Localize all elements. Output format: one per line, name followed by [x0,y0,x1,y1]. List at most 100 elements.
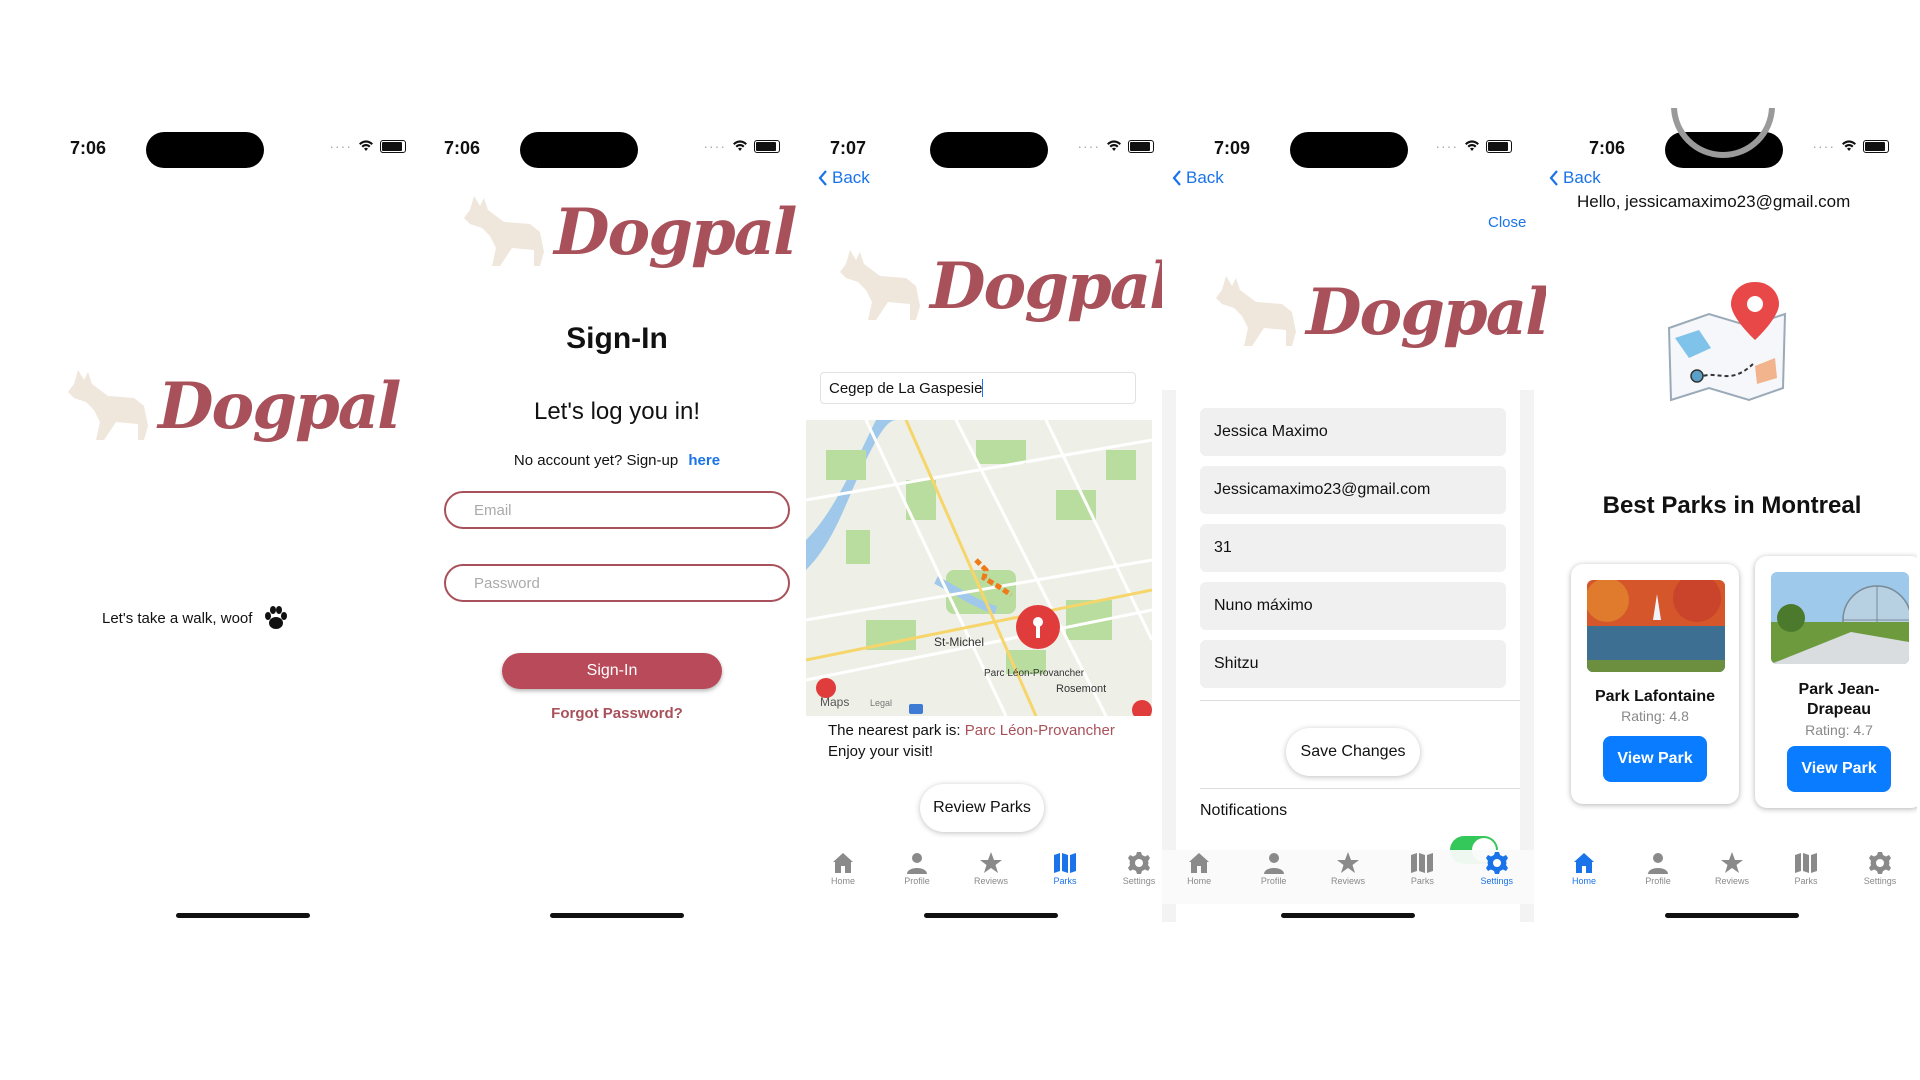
tab-profile[interactable]: Profile [1242,850,1306,904]
star-icon [1335,850,1361,876]
home-icon [1186,850,1212,876]
tab-home[interactable]: Home [1552,850,1616,904]
dog-name-field[interactable]: Nuno máximo [1200,582,1506,630]
tab-reviews[interactable]: Reviews [1316,850,1380,904]
tab-reviews[interactable]: Reviews [959,850,1023,904]
tab-profile[interactable]: Profile [885,850,949,904]
signin-button[interactable]: Sign-In [502,653,722,689]
tab-bar: Home Profile Reviews Parks Settings [1547,850,1917,904]
battery-icon [1486,139,1512,153]
close-button[interactable]: Close [1488,214,1526,231]
tab-home[interactable]: Home [811,850,875,904]
chevron-left-icon [818,170,827,186]
signin-screen: 7:06 ···· Dogpal Sign-In Let's log you i… [432,108,802,932]
forgot-password-link[interactable]: Forgot Password? [432,705,802,722]
gear-icon [1867,850,1893,876]
search-input[interactable]: Cegep de La Gaspesie [820,372,1136,404]
tab-bar: Home Profile Reviews Parks Settings [806,850,1176,904]
map-label-rosemont: Rosemont [1056,683,1106,695]
divider [1200,788,1520,789]
chevron-left-icon [1549,170,1558,186]
wifi-icon [359,140,373,151]
tab-profile[interactable]: Profile [1626,850,1690,904]
logo-text: Dogpal [930,248,1173,324]
back-button[interactable]: Back [1172,168,1224,188]
back-label: Back [1186,168,1224,187]
profile-icon [904,850,930,876]
section-heading: Best Parks in Montreal [1602,492,1862,519]
logo-text: Dogpal [554,194,797,270]
map-icon [1409,850,1435,876]
status-bar: 7:09 ···· [1162,126,1546,168]
dynamic-island [930,132,1048,168]
view-park-button[interactable]: View Park [1603,736,1707,782]
signal-icon: ···· [703,138,726,154]
tagline: Let's take a walk, woof [102,609,253,627]
enjoy-text: Enjoy your visit! [828,743,934,760]
signup-link[interactable]: here [688,452,720,469]
back-label: Back [832,168,870,187]
dogpal-logo: Dogpal [1212,272,1546,352]
back-button[interactable]: Back [818,168,870,188]
profile-icon [1261,850,1287,876]
tab-reviews[interactable]: Reviews [1700,850,1764,904]
status-time: 7:06 [1589,138,1626,158]
view-park-button[interactable]: View Park [1787,746,1891,792]
search-value: Cegep de La Gaspesie [829,379,983,397]
map-view[interactable]: St-Michel Parc Léon-Provancher Rosemont … [806,420,1152,716]
home-indicator [550,913,684,918]
email-field[interactable]: Jessicamaximo23@gmail.com [1200,466,1506,514]
park-image [1771,572,1909,664]
park-card[interactable]: Park Lafontaine Rating: 4.8 View Park [1571,564,1739,804]
dynamic-island [520,132,638,168]
legal-link[interactable]: Legal [870,698,892,708]
notifications-header: Notifications [1200,802,1288,819]
dog-silhouette-icon [460,192,548,272]
save-changes-button[interactable]: Save Changes [1286,728,1420,776]
tab-parks[interactable]: Parks [1033,850,1097,904]
tab-home[interactable]: Home [1167,850,1231,904]
signal-icon: ···· [1435,138,1458,154]
park-rating: Rating: 4.8 [1621,708,1689,724]
home-screen: 7:06 ···· Back Hello, jessicamaximo23@gm… [1547,108,1917,932]
map-icon [1793,850,1819,876]
wifi-icon [1107,140,1121,151]
breed-field[interactable]: Shitzu [1200,640,1506,688]
password-field[interactable]: Password [444,564,790,602]
tab-parks[interactable]: Parks [1774,850,1838,904]
battery-icon [1863,139,1889,153]
park-image [1587,580,1725,672]
review-parks-button[interactable]: Review Parks [920,784,1044,832]
divider [1200,700,1520,701]
name-field[interactable]: Jessica Maximo [1200,408,1506,456]
back-button[interactable]: Back [1549,168,1601,188]
tab-settings[interactable]: Settings [1465,850,1529,904]
status-time: 7:09 [1214,138,1251,158]
profile-icon [1645,850,1671,876]
home-indicator [176,913,310,918]
subtitle: Let's log you in! [533,398,701,425]
tab-settings[interactable]: Settings [1848,850,1912,904]
signal-icon: ···· [1812,138,1835,154]
map-label-st-michel: St-Michel [934,635,984,649]
gear-icon [1126,850,1152,876]
battery-icon [754,139,780,153]
greeting: Hello, jessicamaximo23@gmail.com [1577,192,1851,211]
email-field[interactable]: Email [444,491,790,529]
status-time: 7:07 [830,138,867,158]
park-card[interactable]: Park Jean-Drapeau Rating: 4.7 View Park [1755,556,1917,808]
status-time: 7:06 [70,138,107,158]
tab-parks[interactable]: Parks [1390,850,1454,904]
dogpal-logo: Dogpal [64,366,401,446]
dog-silhouette-icon [1212,272,1300,352]
home-indicator [1281,913,1415,918]
dogpal-logo: Dogpal [836,246,1173,326]
page-title: Sign-In [566,322,668,355]
age-field[interactable]: 31 [1200,524,1506,572]
splash-screen: 7:06 ···· Dogpal Let's take a walk, woof [58,108,428,932]
battery-icon [380,139,406,153]
dog-silhouette-icon [64,366,152,446]
parks-screen: 7:07 ···· Back Dogpal Cegep de La Gaspes… [806,108,1176,932]
home-icon [830,850,856,876]
status-bar: 7:06 ···· [58,126,428,168]
